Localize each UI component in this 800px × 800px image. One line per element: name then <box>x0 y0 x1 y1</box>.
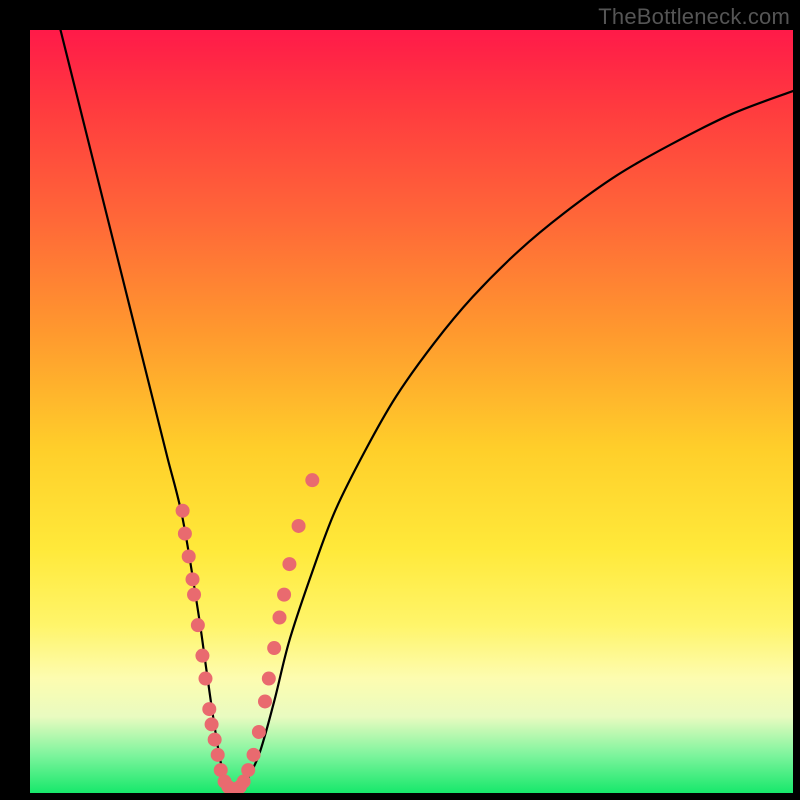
sample-point <box>182 549 196 563</box>
sample-point <box>252 725 266 739</box>
sample-point <box>176 504 190 518</box>
sample-point <box>205 717 219 731</box>
plot-area <box>30 30 793 793</box>
sample-point <box>187 588 201 602</box>
sample-point <box>208 733 222 747</box>
curve-overlay <box>30 30 793 793</box>
sample-point <box>262 672 276 686</box>
sample-point <box>178 527 192 541</box>
sample-point <box>292 519 306 533</box>
chart-frame: TheBottleneck.com <box>0 0 800 800</box>
sample-point <box>211 748 225 762</box>
sample-point <box>282 557 296 571</box>
sample-point <box>277 588 291 602</box>
sample-points-group <box>176 473 320 793</box>
sample-point <box>191 618 205 632</box>
sample-point <box>186 572 200 586</box>
sample-point <box>195 649 209 663</box>
sample-point <box>258 694 272 708</box>
sample-point <box>202 702 216 716</box>
sample-point <box>305 473 319 487</box>
sample-point <box>198 672 212 686</box>
sample-point <box>267 641 281 655</box>
sample-point <box>241 763 255 777</box>
watermark-text: TheBottleneck.com <box>598 4 790 30</box>
sample-point <box>273 611 287 625</box>
sample-point <box>247 748 261 762</box>
bottleneck-curve <box>61 30 793 793</box>
